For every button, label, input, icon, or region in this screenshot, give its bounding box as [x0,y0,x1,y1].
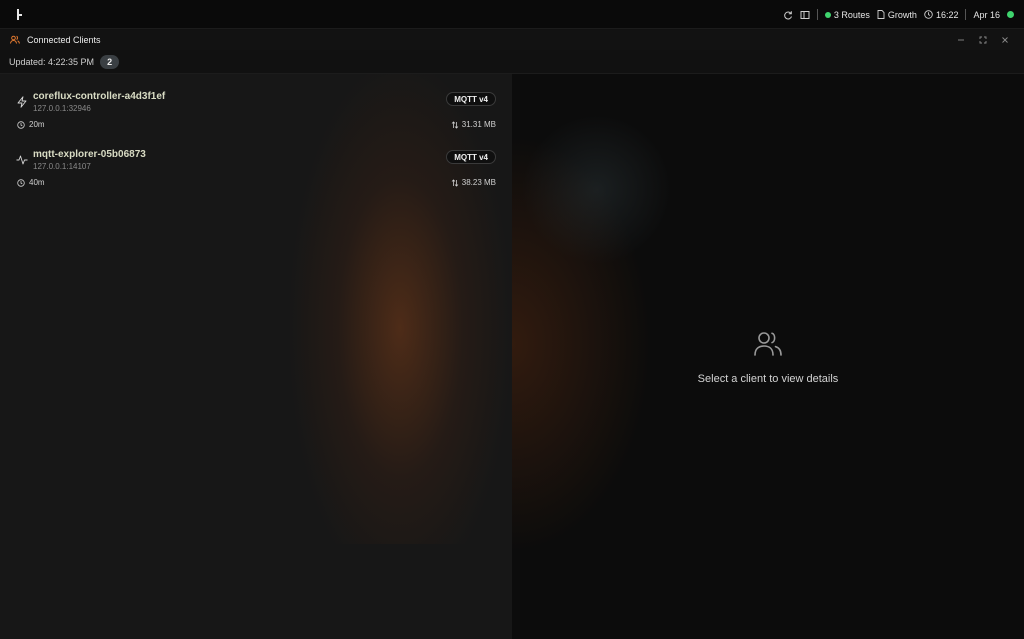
clock-icon [924,10,933,19]
client-address: 127.0.0.1:14107 [33,162,91,171]
maximize-icon[interactable] [978,35,988,45]
top-bar-status: 3 Routes Growth 16:22 Apr 16 [783,0,1014,29]
updated-timestamp: Updated: 4:22:35 PM [9,56,95,67]
client-list-panel: coreflux-controller-a4d3f1ef 127.0.0.1:3… [0,74,512,639]
client-count-badge: 2 [100,54,120,69]
client-name: coreflux-controller-a4d3f1ef [33,91,166,102]
clock-time: 16:22 [935,9,959,20]
date-label: Apr 16 [973,9,1000,20]
app-logo-icon[interactable] [13,8,25,21]
activity-icon [16,155,28,165]
client-address: 127.0.0.1:32946 [33,104,91,113]
clock-display: 16:22 [924,9,959,20]
refresh-icon[interactable] [783,10,793,20]
users-icon [754,332,782,356]
client-item[interactable]: coreflux-controller-a4d3f1ef 127.0.0.1:3… [16,91,496,139]
empty-state-message: Select a client to view details [697,373,839,385]
routes-status[interactable]: 3 Routes [824,9,870,20]
minimize-icon[interactable] [956,35,966,45]
client-duration: 40m [17,178,45,187]
divider [816,9,818,20]
routes-label: 3 Routes [833,9,870,20]
panel-title: Connected Clients [27,34,101,45]
background-glow [522,114,672,264]
document-icon [877,10,885,19]
client-duration: 20m [17,120,45,129]
divider [965,9,967,20]
bolt-icon [17,96,27,108]
transfer-arrows-icon [451,120,459,129]
clock-icon [17,120,25,129]
empty-state: Select a client to view details [512,328,1024,385]
panel-title-group: Connected Clients [10,29,101,50]
transfer-value: 38.23 MB [461,178,496,187]
client-transfer: 31.31 MB [451,120,496,129]
client-item[interactable]: mqtt-explorer-05b06873 127.0.0.1:14107 M… [16,149,496,197]
growth-label: Growth [887,9,917,20]
users-icon [10,35,20,44]
clock-icon [17,178,25,187]
duration-value: 20m [29,120,45,129]
growth-link[interactable]: Growth [877,10,917,20]
transfer-value: 31.31 MB [461,120,496,129]
layout-icon[interactable] [800,10,810,20]
top-bar: 3 Routes Growth 16:22 Apr 16 [0,0,1024,29]
protocol-badge: MQTT v4 [446,92,496,106]
client-transfer: 38.23 MB [451,178,496,187]
background-glow [290,74,510,544]
panel-header: Connected Clients [0,29,1024,50]
duration-value: 40m [29,178,45,187]
status-bar: Updated: 4:22:35 PM 2 [0,50,1024,74]
routes-status-dot-icon [824,11,831,18]
client-detail-panel: Select a client to view details [512,74,1024,639]
client-name: mqtt-explorer-05b06873 [33,149,146,160]
connection-status-dot-icon [1007,11,1014,18]
transfer-arrows-icon [451,178,459,187]
window-controls [956,29,1010,50]
protocol-badge: MQTT v4 [446,150,496,164]
close-icon[interactable] [1000,35,1010,45]
